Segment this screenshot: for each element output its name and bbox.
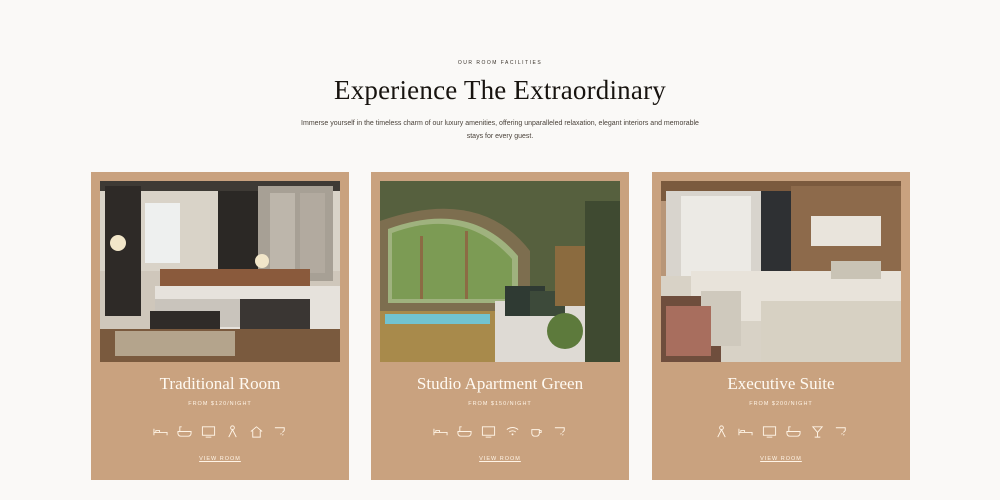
bath-icon bbox=[456, 424, 472, 439]
wifi-icon bbox=[505, 424, 520, 439]
view-room-link[interactable]: VIEW ROOM bbox=[652, 456, 910, 462]
room-card-executive[interactable]: Executive Suite FROM $200/NIGHT VIEW ROO… bbox=[652, 172, 910, 480]
suite-photo-image bbox=[661, 181, 901, 362]
section-title: Experience The Extraordinary bbox=[334, 75, 666, 105]
view-room-link[interactable]: VIEW ROOM bbox=[371, 456, 629, 462]
amenity-icons bbox=[91, 424, 349, 440]
room-card-traditional[interactable]: Traditional Room FROM $120/NIGHT VIEW RO… bbox=[91, 172, 349, 480]
room-photo[interactable] bbox=[380, 181, 620, 362]
view-room-link[interactable]: VIEW ROOM bbox=[91, 456, 349, 462]
tv-icon bbox=[201, 424, 216, 439]
bath-icon bbox=[785, 424, 801, 439]
bed-icon bbox=[432, 424, 448, 439]
coffee-icon bbox=[529, 424, 544, 439]
rooms-section: OUR ROOM FACILITIES Experience The Extra… bbox=[0, 0, 1000, 500]
room-name[interactable]: Traditional Room bbox=[91, 374, 349, 394]
shower-icon bbox=[834, 424, 849, 439]
person-icon bbox=[714, 424, 729, 439]
person-icon bbox=[225, 424, 240, 439]
home-icon bbox=[249, 424, 264, 439]
room-name[interactable]: Studio Apartment Green bbox=[371, 374, 629, 394]
room-rate: FROM $120/NIGHT bbox=[188, 401, 252, 407]
room-rate: FROM $200/NIGHT bbox=[749, 401, 813, 407]
shower-icon bbox=[553, 424, 568, 439]
room-rate: FROM $150/NIGHT bbox=[468, 401, 532, 407]
room-card-studio[interactable]: Studio Apartment Green FROM $150/NIGHT V… bbox=[371, 172, 629, 480]
bedroom-photo-image bbox=[100, 181, 340, 362]
amenity-icons bbox=[652, 424, 910, 440]
bed-icon bbox=[152, 424, 168, 439]
shower-icon bbox=[273, 424, 288, 439]
room-name[interactable]: Executive Suite bbox=[652, 374, 910, 394]
section-eyebrow: OUR ROOM FACILITIES bbox=[457, 60, 543, 66]
tv-icon bbox=[762, 424, 777, 439]
bed-icon bbox=[737, 424, 753, 439]
tv-icon bbox=[481, 424, 496, 439]
room-photo[interactable] bbox=[100, 181, 340, 362]
section-description: Immerse yourself in the timeless charm o… bbox=[301, 120, 699, 140]
cocktail-icon bbox=[810, 424, 825, 439]
bath-icon bbox=[176, 424, 192, 439]
studio-photo-image bbox=[380, 181, 620, 362]
amenity-icons bbox=[371, 424, 629, 440]
room-photo[interactable] bbox=[661, 181, 901, 362]
